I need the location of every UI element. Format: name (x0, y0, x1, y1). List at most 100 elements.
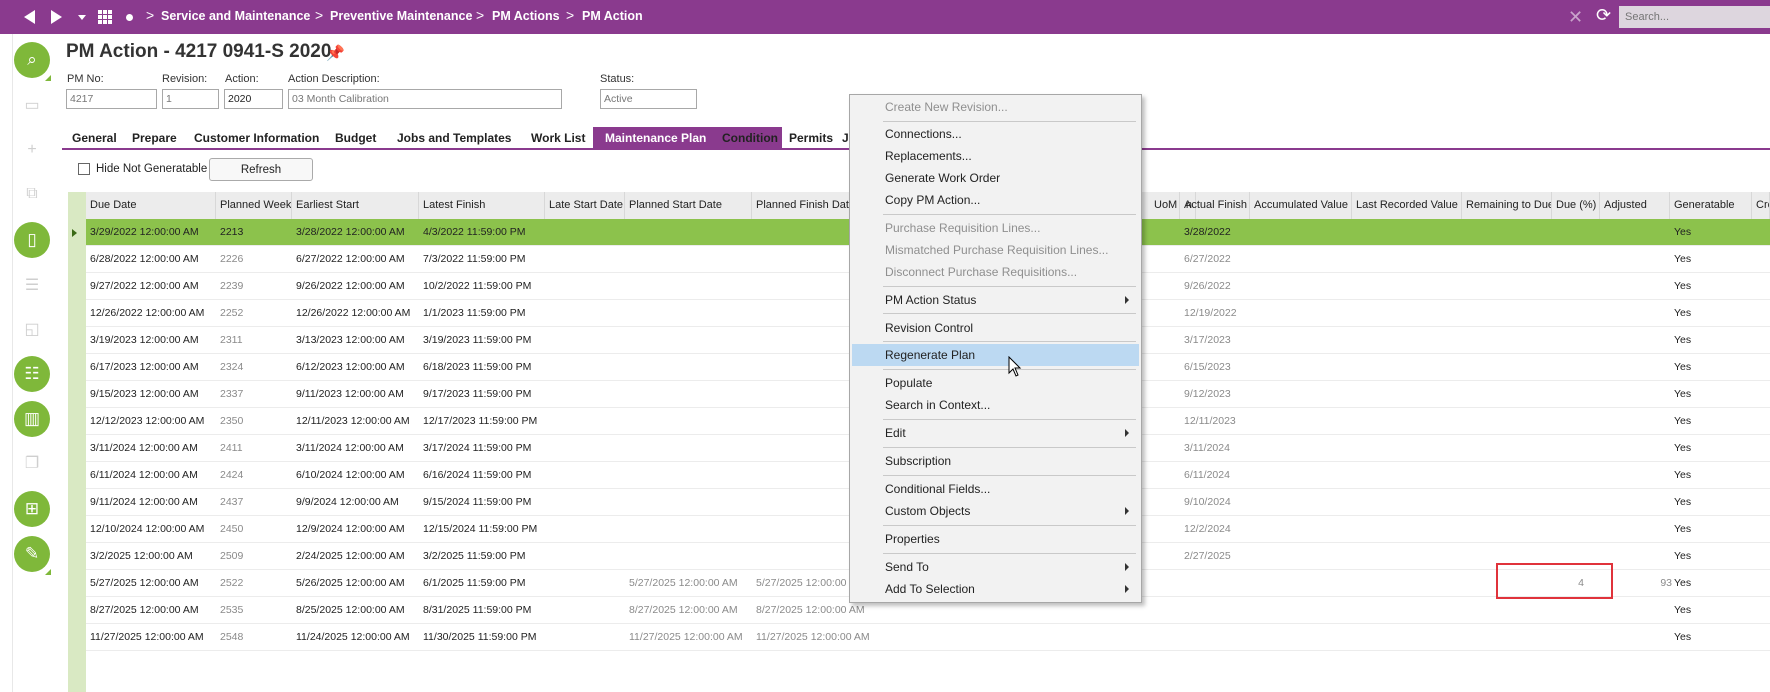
hide-not-generatable-checkbox[interactable] (78, 163, 90, 175)
menu-item-revision-control[interactable]: Revision Control (852, 317, 1139, 339)
column-header-accumulated-value[interactable]: Accumulated Value (1250, 192, 1352, 219)
table-row[interactable]: 11/27/2025 12:00:00 AM 2548 11/24/2025 12:… (86, 624, 1770, 651)
breadcrumb-item[interactable]: Preventive Maintenance (330, 9, 472, 23)
cell-due[interactable]: 6/17/2023 12:00:00 AM (86, 354, 216, 381)
cell-pstart[interactable] (625, 489, 752, 516)
cell-latest[interactable]: 12/15/2024 11:59:00 PM (419, 516, 545, 543)
menu-item-properties[interactable]: Properties (852, 528, 1139, 550)
menu-item-add-to-selection[interactable]: Add To Selection (852, 578, 1139, 600)
cell-latest[interactable]: 3/17/2024 11:59:00 PM (419, 435, 545, 462)
tab-permits[interactable]: Permits (783, 127, 839, 149)
cell-earliest[interactable]: 6/10/2024 12:00:00 AM (292, 462, 419, 489)
cell-actual[interactable]: 3/17/2023 (1180, 327, 1250, 354)
column-header-remaining-to-due[interactable]: Remaining to Due (1462, 192, 1552, 219)
cell-gen[interactable]: Yes (1670, 597, 1752, 624)
tab-customer-information[interactable]: Customer Information (188, 127, 325, 149)
cell-due[interactable]: 12/12/2023 12:00:00 AM (86, 408, 216, 435)
cell-due[interactable]: 5/27/2025 12:00:00 AM (86, 570, 216, 597)
cell-earliest[interactable]: 12/9/2024 12:00:00 AM (292, 516, 419, 543)
breadcrumb-item[interactable]: Service and Maintenance (161, 9, 310, 23)
menu-item-edit[interactable]: Edit (852, 422, 1139, 444)
cell-gen[interactable]: Yes (1670, 300, 1752, 327)
tab-jobs-and-templates[interactable]: Jobs and Templates (391, 127, 517, 149)
close-icon[interactable]: ✕ (1568, 7, 1583, 28)
cell-rem[interactable] (1556, 273, 1588, 300)
cell-gen[interactable]: Yes (1670, 246, 1752, 273)
clipboard-icon[interactable]: ▯ (14, 222, 50, 258)
cell-rem[interactable] (1556, 219, 1588, 246)
cell-gen[interactable]: Yes (1670, 408, 1752, 435)
cell-earliest[interactable]: 3/11/2024 12:00:00 AM (292, 435, 419, 462)
cell-pstart[interactable] (625, 219, 752, 246)
tab-work-list[interactable]: Work List (525, 127, 591, 149)
cell-pstart[interactable] (625, 246, 752, 273)
add-comment-icon[interactable]: ✎ (14, 536, 50, 572)
cell-rem[interactable] (1556, 354, 1588, 381)
column-header-last-recorded-value[interactable]: Last Recorded Value (1352, 192, 1462, 219)
cell-week[interactable]: 2548 (216, 624, 292, 651)
cell-gen[interactable]: Yes (1670, 462, 1752, 489)
cell-week[interactable]: 2535 (216, 597, 292, 624)
cell-pstart[interactable] (625, 435, 752, 462)
column-header-created[interactable]: Cre (1752, 192, 1770, 219)
pm-no-field[interactable]: 4217 (66, 89, 157, 109)
column-header-latest-finish[interactable]: Latest Finish (419, 192, 545, 219)
menu-item-pm-action-status[interactable]: PM Action Status (852, 289, 1139, 311)
column-header-planned-week[interactable]: Planned Week (216, 192, 292, 219)
cell-gen[interactable]: Yes (1670, 570, 1752, 597)
cell-earliest[interactable]: 6/27/2022 12:00:00 AM (292, 246, 419, 273)
cell-actual[interactable]: 9/26/2022 (1180, 273, 1250, 300)
cell-actual[interactable]: 6/15/2023 (1180, 354, 1250, 381)
action-description-field[interactable]: 03 Month Calibration (288, 89, 562, 109)
cell-earliest[interactable]: 2/24/2025 12:00:00 AM (292, 543, 419, 570)
cell-latest[interactable]: 6/18/2023 11:59:00 PM (419, 354, 545, 381)
cell-gen[interactable]: Yes (1670, 219, 1752, 246)
cell-actual[interactable] (1180, 624, 1250, 651)
cell-pstart[interactable]: 11/27/2025 12:00:00 AM (625, 624, 752, 651)
cell-earliest[interactable]: 12/26/2022 12:00:00 AM (292, 300, 419, 327)
cell-earliest[interactable]: 6/12/2023 12:00:00 AM (292, 354, 419, 381)
menu-item-regenerate-plan[interactable]: Regenerate Plan (852, 344, 1139, 366)
cell-rem[interactable] (1556, 435, 1588, 462)
cell-week[interactable]: 2324 (216, 354, 292, 381)
cell-gen[interactable]: Yes (1670, 516, 1752, 543)
cell-due[interactable]: 3/29/2022 12:00:00 AM (86, 219, 216, 246)
cell-week[interactable]: 2252 (216, 300, 292, 327)
cell-actual[interactable]: 12/2/2024 (1180, 516, 1250, 543)
column-header-earliest-start[interactable]: Earliest Start (292, 192, 419, 219)
home-dot-icon[interactable] (126, 14, 133, 21)
cell-week[interactable]: 2424 (216, 462, 292, 489)
refresh-button[interactable]: Refresh (209, 158, 313, 181)
menu-item-replacements[interactable]: Replacements... (852, 145, 1139, 167)
cell-week[interactable]: 2311 (216, 327, 292, 354)
cell-latest[interactable]: 3/2/2025 11:59:00 PM (419, 543, 545, 570)
menu-item-custom-objects[interactable]: Custom Objects (852, 500, 1139, 522)
cell-actual[interactable]: 2/27/2025 (1180, 543, 1250, 570)
cell-latest[interactable]: 12/17/2023 11:59:00 PM (419, 408, 545, 435)
menu-item-copy-pm-action[interactable]: Copy PM Action... (852, 189, 1139, 211)
cell-pfinish[interactable]: 11/27/2025 12:00:00 AM (752, 624, 892, 651)
cell-rem[interactable] (1556, 408, 1588, 435)
cell-latest[interactable]: 6/1/2025 11:59:00 PM (419, 570, 545, 597)
bar-chart-icon[interactable]: ▥ (14, 401, 50, 437)
cell-rem[interactable] (1556, 462, 1588, 489)
cell-rem[interactable] (1556, 327, 1588, 354)
cell-earliest[interactable]: 9/26/2022 12:00:00 AM (292, 273, 419, 300)
cell-latest[interactable]: 3/19/2023 11:59:00 PM (419, 327, 545, 354)
cell-gen[interactable]: Yes (1670, 354, 1752, 381)
cell-week[interactable]: 2509 (216, 543, 292, 570)
cell-pstart[interactable] (625, 462, 752, 489)
cell-due[interactable]: 12/10/2024 12:00:00 AM (86, 516, 216, 543)
cell-actual[interactable]: 6/11/2024 (1180, 462, 1250, 489)
cell-rem[interactable] (1556, 381, 1588, 408)
breadcrumb-item[interactable]: PM Actions (492, 9, 560, 23)
cell-week[interactable]: 2213 (216, 219, 292, 246)
cell-due[interactable]: 9/15/2023 12:00:00 AM (86, 381, 216, 408)
cell-week[interactable]: 2337 (216, 381, 292, 408)
tab-prepare[interactable]: Prepare (126, 127, 183, 149)
menu-item-connections[interactable]: Connections... (852, 123, 1139, 145)
cell-due[interactable]: 3/2/2025 12:00:00 AM (86, 543, 216, 570)
cell-latest[interactable]: 7/3/2022 11:59:00 PM (419, 246, 545, 273)
cell-week[interactable]: 2411 (216, 435, 292, 462)
cell-week[interactable]: 2437 (216, 489, 292, 516)
